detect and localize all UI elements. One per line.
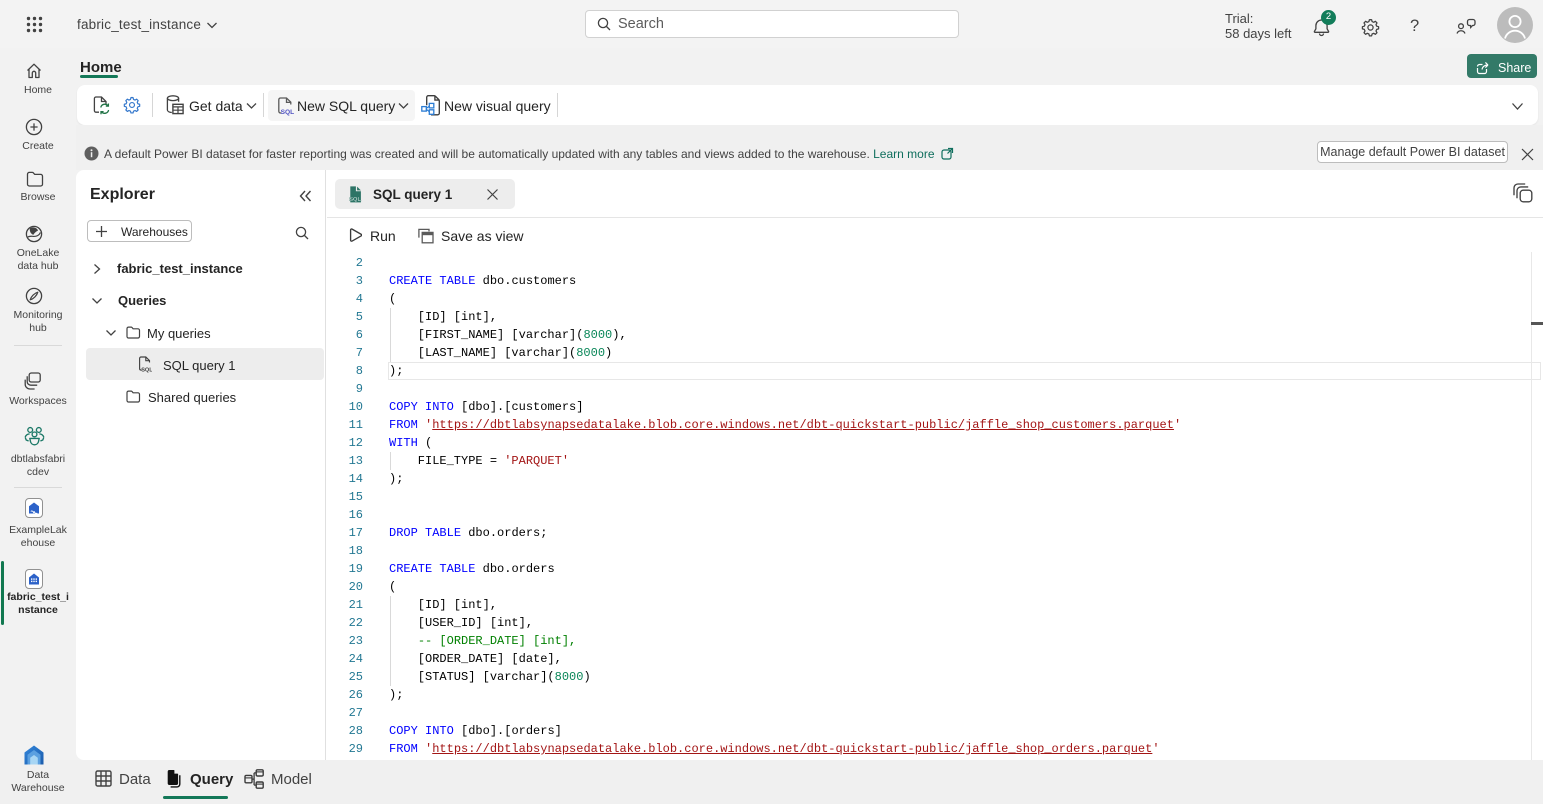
svg-text:SQL: SQL xyxy=(349,197,361,203)
svg-text:SQL: SQL xyxy=(281,109,294,116)
svg-text:SQL: SQL xyxy=(141,368,152,373)
